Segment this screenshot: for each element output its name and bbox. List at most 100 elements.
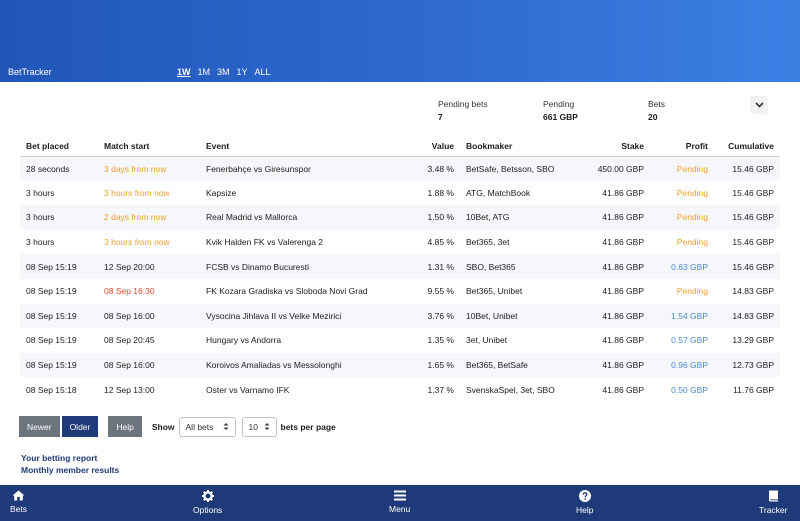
summary-bets: Bets 20 <box>648 99 665 122</box>
value-cell: 1.31 % <box>400 254 460 279</box>
bets-table: Bet placed Match start Event Value Bookm… <box>20 136 780 402</box>
bet-placed-cell: 08 Sep 15:19 <box>20 303 98 329</box>
newer-button[interactable]: Newer <box>19 416 60 437</box>
summary-value: 20 <box>648 112 658 122</box>
stake-cell: 41.86 GBP <box>572 254 650 279</box>
value-cell: 1.65 % <box>400 352 460 378</box>
hamburger-icon <box>393 490 406 501</box>
betting-report-link[interactable]: Your betting report <box>21 452 119 464</box>
per-page-select[interactable]: 10 <box>241 416 277 437</box>
collapse-summary-button[interactable] <box>750 96 768 114</box>
show-label: Show <box>151 421 175 432</box>
bookmaker-cell: BetSafe, Betsson, SBO <box>460 156 572 181</box>
match-start-cell: 08 Sep 16:00 <box>98 303 200 329</box>
nav-tracker[interactable]: Tracker <box>759 490 788 515</box>
monthly-results-link[interactable]: Monthly member results <box>21 464 119 476</box>
event-cell: FCSB vs Dinamo Bucuresti <box>200 254 400 279</box>
stake-cell: 41.86 GBP <box>602 237 644 248</box>
col-match-start[interactable]: Match start <box>98 136 200 157</box>
col-event[interactable]: Event <box>200 136 400 157</box>
match-start-cell: 3 days from now <box>98 156 200 181</box>
event-cell: Fenerbahçe vs Giresunspor <box>200 156 400 181</box>
table-row[interactable]: 28 seconds 3 days from now Fenerbahçe vs G… <box>20 156 780 181</box>
value-cell: 1.35 % <box>427 335 454 346</box>
summary-label: Pending <box>543 99 575 109</box>
table-row[interactable]: 08 Sep 15:19 08 Sep 20:45 Hungary vs Andor… <box>20 328 780 353</box>
select-arrows-icon <box>264 423 270 430</box>
table-row[interactable]: 3 hours 3 hours from now Kapsize 1.88 % ATG,… <box>20 181 780 206</box>
event-cell: Real Madrid vs Mallorca <box>200 205 400 230</box>
cumulative-cell: 15.46 GBP <box>732 237 774 248</box>
event-cell: FK Kozara Gradiska vs Sloboda Novi Grad <box>206 286 368 297</box>
table-row[interactable]: 08 Sep 15:19 08 Sep 16:30 FK Kozara Gradis… <box>20 279 780 304</box>
cumulative-cell: 13.29 GBP <box>732 335 774 346</box>
range-1w[interactable]: 1W <box>177 67 191 77</box>
match-start-cell: 08 Sep 20:45 <box>104 335 155 346</box>
book-icon <box>768 490 778 502</box>
match-start-cell: 08 Sep 16:30 <box>104 286 155 297</box>
event-cell: Hungary vs Andorra <box>206 335 282 346</box>
nav-bets[interactable]: Bets <box>10 490 27 514</box>
match-start-cell: 12 Sep 20:00 <box>98 254 200 279</box>
table-row[interactable]: 08 Sep 15:19 08 Sep 16:00 Vysocina Jihlava… <box>20 303 780 329</box>
event-cell: Oster vs Varnamo IFK <box>206 384 290 395</box>
summary-value: 7 <box>438 112 443 122</box>
match-start-cell: 3 hours from now <box>104 187 170 198</box>
per-page-value: 10 <box>248 421 258 432</box>
cumulative-cell: 12.73 GBP <box>714 352 780 378</box>
range-all[interactable]: ALL <box>255 67 271 77</box>
match-start-cell: 08 Sep 16:00 <box>98 352 200 378</box>
col-stake[interactable]: Stake <box>572 136 650 157</box>
table-row[interactable]: 3 hours 3 hours from now Kvik Halden FK vs… <box>20 230 780 255</box>
cumulative-cell: 14.83 GBP <box>732 286 774 297</box>
profit-cell: Pending <box>676 187 708 198</box>
table-row[interactable]: 08 Sep 15:19 08 Sep 16:00 Koroivos Amaliad… <box>20 352 780 378</box>
nav-help[interactable]: Help <box>576 490 593 515</box>
nav-label: Options <box>193 505 223 515</box>
table-row[interactable]: 08 Sep 15:18 12 Sep 13:00 Oster vs Varnamo… <box>20 377 780 402</box>
summary-value: 661 GBP <box>543 112 578 122</box>
profit-cell: 0.63 GBP <box>650 254 714 279</box>
bet-filter-select[interactable]: All bets <box>178 416 236 437</box>
bet-placed-cell: 3 hours <box>26 237 55 248</box>
cumulative-cell: 15.46 GBP <box>714 156 780 181</box>
cumulative-cell: 15.46 GBP <box>714 254 780 279</box>
col-cumulative[interactable]: Cumulative <box>714 136 780 157</box>
stake-cell: 41.86 GBP <box>572 303 650 329</box>
gear-icon <box>201 490 214 502</box>
summary-pending-bets: Pending bets 7 <box>438 99 488 122</box>
col-profit[interactable]: Profit <box>650 136 714 157</box>
bet-placed-cell: 28 seconds <box>20 156 98 181</box>
range-3m[interactable]: 3M <box>217 67 230 77</box>
bet-placed-cell: 08 Sep 15:19 <box>20 254 98 279</box>
older-button[interactable]: Older <box>61 416 99 437</box>
table-row[interactable]: 08 Sep 15:19 12 Sep 20:00 FCSB vs Dinamo B… <box>20 254 780 279</box>
pagination-bar: Newer Older Help Show All bets 10 bets p… <box>19 416 336 437</box>
bookmaker-cell: ATG, MatchBook <box>466 187 531 198</box>
value-cell: 1.37 % <box>427 384 454 395</box>
nav-menu[interactable]: Menu <box>389 490 410 514</box>
col-bookmaker[interactable]: Bookmaker <box>460 136 572 157</box>
stake-cell: 41.86 GBP <box>602 187 644 198</box>
profit-cell: Pending <box>676 286 708 297</box>
stake-cell: 41.86 GBP <box>572 352 650 378</box>
stake-cell: 41.86 GBP <box>602 335 644 346</box>
range-selector: 1W 1M 3M 1Y ALL <box>177 67 271 77</box>
value-cell: 9.55 % <box>427 286 454 297</box>
profit-cell: 0.96 GBP <box>650 352 714 378</box>
range-1y[interactable]: 1Y <box>237 67 248 77</box>
profit-cell: Pending <box>650 205 714 230</box>
range-1m[interactable]: 1M <box>198 67 211 77</box>
event-cell: Kapsize <box>206 187 237 198</box>
stake-cell: 41.86 GBP <box>572 205 650 230</box>
match-start-cell: 12 Sep 13:00 <box>104 384 155 395</box>
col-bet-placed[interactable]: Bet placed <box>20 136 98 157</box>
report-links: Your betting report Monthly member resul… <box>21 452 119 476</box>
profit-cell: 0.57 GBP <box>671 335 708 346</box>
nav-label: Bets <box>10 504 28 514</box>
help-button[interactable]: Help <box>108 416 142 437</box>
col-value[interactable]: Value <box>400 136 460 157</box>
nav-options[interactable]: Options <box>193 490 222 515</box>
nav-label: Tracker <box>759 505 788 515</box>
table-row[interactable]: 3 hours 2 days from now Real Madrid vs Mal… <box>20 205 780 230</box>
